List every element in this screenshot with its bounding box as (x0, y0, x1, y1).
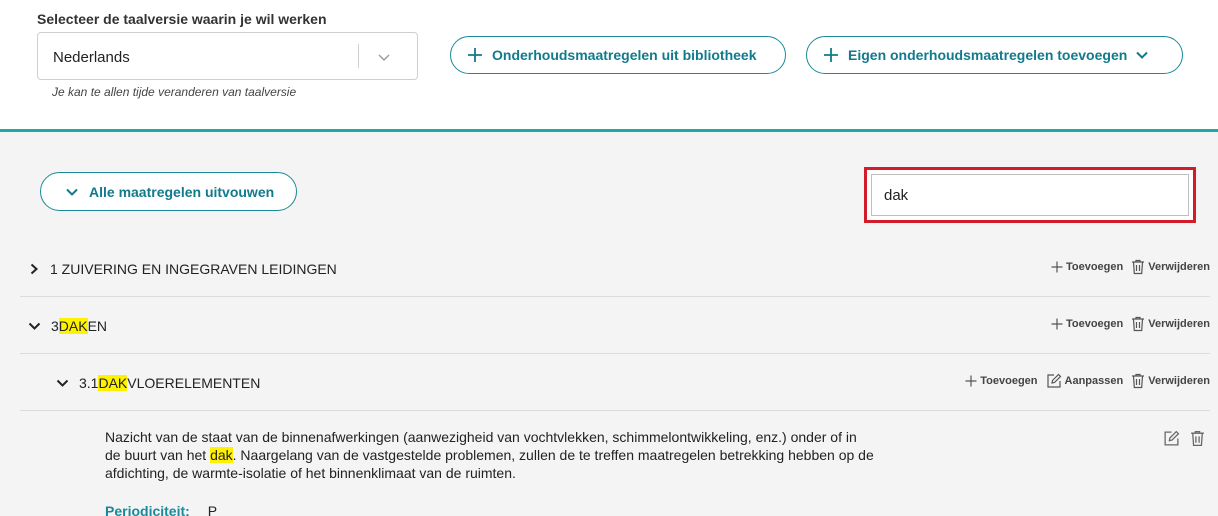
section-title-suffix: EN (87, 318, 108, 334)
trash-icon (1132, 259, 1145, 275)
edit-icon[interactable] (1163, 430, 1180, 447)
chevron-down-icon[interactable] (375, 48, 393, 66)
expand-all-button[interactable]: Alle maatregelen uitvouwen (40, 172, 297, 211)
add-button[interactable]: Toevoegen (965, 375, 1038, 387)
search-match-highlight: DAK (98, 375, 128, 391)
own-measures-label: Eigen onderhoudsmaatregelen toevoegen (848, 47, 1128, 63)
chevron-right-icon[interactable] (28, 263, 40, 275)
delete-label: Verwijderen (1148, 318, 1210, 330)
plus-icon (1051, 261, 1063, 273)
delete-label: Verwijderen (1148, 261, 1210, 273)
chevron-down-icon (1136, 51, 1148, 59)
plus-icon (965, 375, 977, 387)
measure-actions (1163, 430, 1205, 447)
add-label: Toevoegen (1065, 261, 1124, 273)
plus-icon (468, 48, 482, 62)
add-button[interactable]: Toevoegen (1051, 318, 1123, 330)
section-title-prefix: 3 (51, 318, 59, 334)
trash-icon (1132, 373, 1145, 389)
expand-all-label: Alle maatregelen uitvouwen (89, 183, 275, 200)
select-separator (358, 44, 359, 68)
chevron-down-icon[interactable] (56, 377, 69, 389)
chevron-down-icon[interactable] (28, 320, 41, 332)
delete-label: Verwijderen (1148, 375, 1210, 387)
search-match-highlight: dak (210, 447, 233, 463)
library-measures-label: Onderhoudsmaatregelen uit bibliotheek (492, 47, 757, 63)
delete-button[interactable]: Verwijderen (1131, 316, 1210, 332)
section-title: 3 DAK EN (28, 318, 107, 334)
periodicity-value: P (207, 503, 218, 516)
row-actions: Toevoegen Aanpassen Verwijderen (957, 373, 1210, 389)
library-measures-button[interactable]: Onderhoudsmaatregelen uit bibliotheek (450, 36, 786, 74)
subsection-title-suffix: VLOERELEMENTEN (127, 375, 261, 391)
subsection-title: 3.1 DAK VLOERELEMENTEN (56, 375, 260, 391)
row-actions: Toevoegen Verwijderen (1043, 316, 1210, 332)
trash-icon[interactable] (1190, 430, 1205, 447)
search-box (864, 167, 1196, 223)
search-match-highlight: DAK (58, 318, 88, 334)
own-measures-button[interactable]: Eigen onderhoudsmaatregelen toevoegen (806, 36, 1183, 74)
add-button[interactable]: Toevoegen (1051, 261, 1123, 273)
search-input[interactable] (871, 174, 1189, 216)
delete-button[interactable]: Verwijderen (1131, 373, 1210, 389)
row-actions: Toevoegen Verwijderen (1043, 259, 1210, 275)
language-select-value: Nederlands (53, 49, 130, 66)
delete-button[interactable]: Verwijderen (1131, 259, 1210, 275)
add-label: Toevoegen (980, 375, 1038, 387)
language-label: Selecteer de taalversie waarin je wil we… (37, 11, 327, 27)
edit-button[interactable]: Aanpassen (1046, 373, 1124, 389)
periodicity: Periodiciteit: P (105, 503, 217, 516)
language-select[interactable]: Nederlands (37, 32, 418, 80)
chevron-down-icon (66, 188, 78, 196)
section-title-text: 1 ZUIVERING EN INGEGRAVEN LEIDINGEN (50, 261, 337, 277)
edit-icon (1046, 373, 1061, 388)
plus-icon (824, 48, 838, 62)
plus-icon (1051, 318, 1063, 330)
language-hint: Je kan te allen tijde veranderen van taa… (52, 85, 297, 99)
section-row[interactable]: 3 DAK EN Toevoegen Verwijderen (20, 298, 1210, 354)
trash-icon (1132, 316, 1145, 332)
section-title: 1 ZUIVERING EN INGEGRAVEN LEIDINGEN (28, 261, 337, 277)
subsection-row[interactable]: 3.1 DAK VLOERELEMENTEN Toevoegen Aanpasse… (20, 355, 1210, 411)
periodicity-label: Periodiciteit: (105, 503, 190, 516)
measures-panel: Alle maatregelen uitvouwen 1 ZUIVERING E… (0, 132, 1218, 516)
language-section: Selecteer de taalversie waarin je wil we… (0, 0, 1218, 130)
subsection-title-prefix: 3.1 (79, 375, 99, 391)
edit-label: Aanpassen (1064, 375, 1124, 387)
measure-description: Nazicht van de staat van de binnenafwerk… (105, 428, 875, 482)
add-label: Toevoegen (1065, 318, 1124, 330)
section-row[interactable]: 1 ZUIVERING EN INGEGRAVEN LEIDINGEN Toev… (20, 241, 1210, 297)
